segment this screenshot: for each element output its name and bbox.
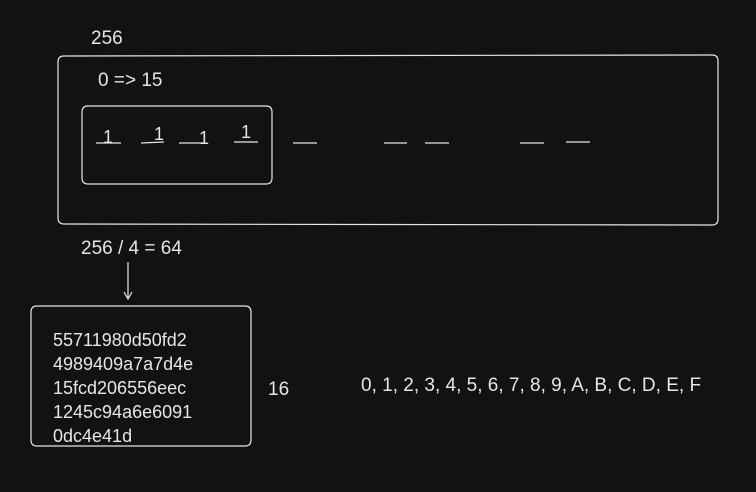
bit-value: 1 (154, 124, 165, 144)
bit-value: 1 (199, 128, 210, 148)
hash-line: 55711980d50fd2 (53, 330, 187, 350)
symbol-count-label: 16 (268, 379, 290, 400)
total-bits-label: 256 (91, 28, 123, 49)
bit-value: 1 (241, 122, 252, 142)
division-label: 256 / 4 = 64 (81, 238, 182, 259)
bit-value: 1 (103, 127, 114, 147)
hash-line: 1245c94a6e6091 (53, 402, 193, 422)
hex-digits-list: 0, 1, 2, 3, 4, 5, 6, 7, 8, 9, A, B, C, D… (361, 375, 702, 396)
hash-line: 4989409a7a7d4e (53, 354, 194, 374)
hash-line: 15fcd206556eec (53, 378, 187, 398)
hash-line: 0dc4e41d (53, 426, 133, 446)
nibble-range-label: 0 => 15 (98, 70, 163, 91)
hash-text: 55711980d50fd2 4989409a7a7d4e 15fcd20655… (53, 328, 193, 448)
